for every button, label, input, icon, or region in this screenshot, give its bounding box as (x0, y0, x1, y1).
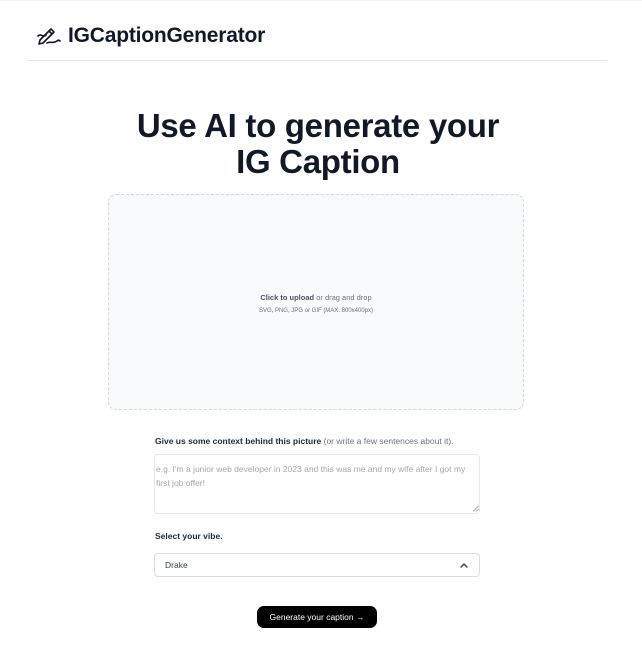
generate-caption-button[interactable]: Generate your caption → (257, 606, 377, 628)
page-title-line2: IG Caption (236, 143, 400, 180)
drag-drop-label: or drag and drop (314, 292, 372, 302)
context-label-main: Give us some context behind this picture (155, 436, 322, 446)
app-name[interactable]: IGCaptionGenerator (68, 24, 265, 48)
vibe-label: Select your vibe. (155, 531, 223, 541)
page-title-line1: Use AI to generate your (136, 107, 500, 144)
pen-writing-icon (37, 24, 61, 48)
resize-handle-icon[interactable] (472, 505, 479, 512)
context-label: Give us some context behind this picture… (155, 436, 454, 446)
top-border (0, 0, 642, 1)
click-to-upload-label[interactable]: Click to upload (260, 293, 314, 302)
vibe-select[interactable]: Drake (154, 553, 480, 577)
context-textarea[interactable] (154, 454, 480, 514)
vibe-selected-value: Drake (165, 560, 188, 570)
image-upload-dropzone[interactable]: Click to upload or drag and drop SVG, PN… (108, 194, 524, 410)
upload-instructions: Click to upload or drag and drop (260, 293, 371, 302)
upload-formats-hint: SVG, PNG, JPG or GIF (MAX. 800x400px) (258, 307, 374, 314)
page-title: Use AI to generate your IG Caption (0, 108, 636, 180)
app-header: IGCaptionGenerator (28, 12, 607, 61)
context-label-hint: (or write a few sentences about it). (321, 436, 454, 446)
chevron-up-icon (459, 560, 469, 570)
